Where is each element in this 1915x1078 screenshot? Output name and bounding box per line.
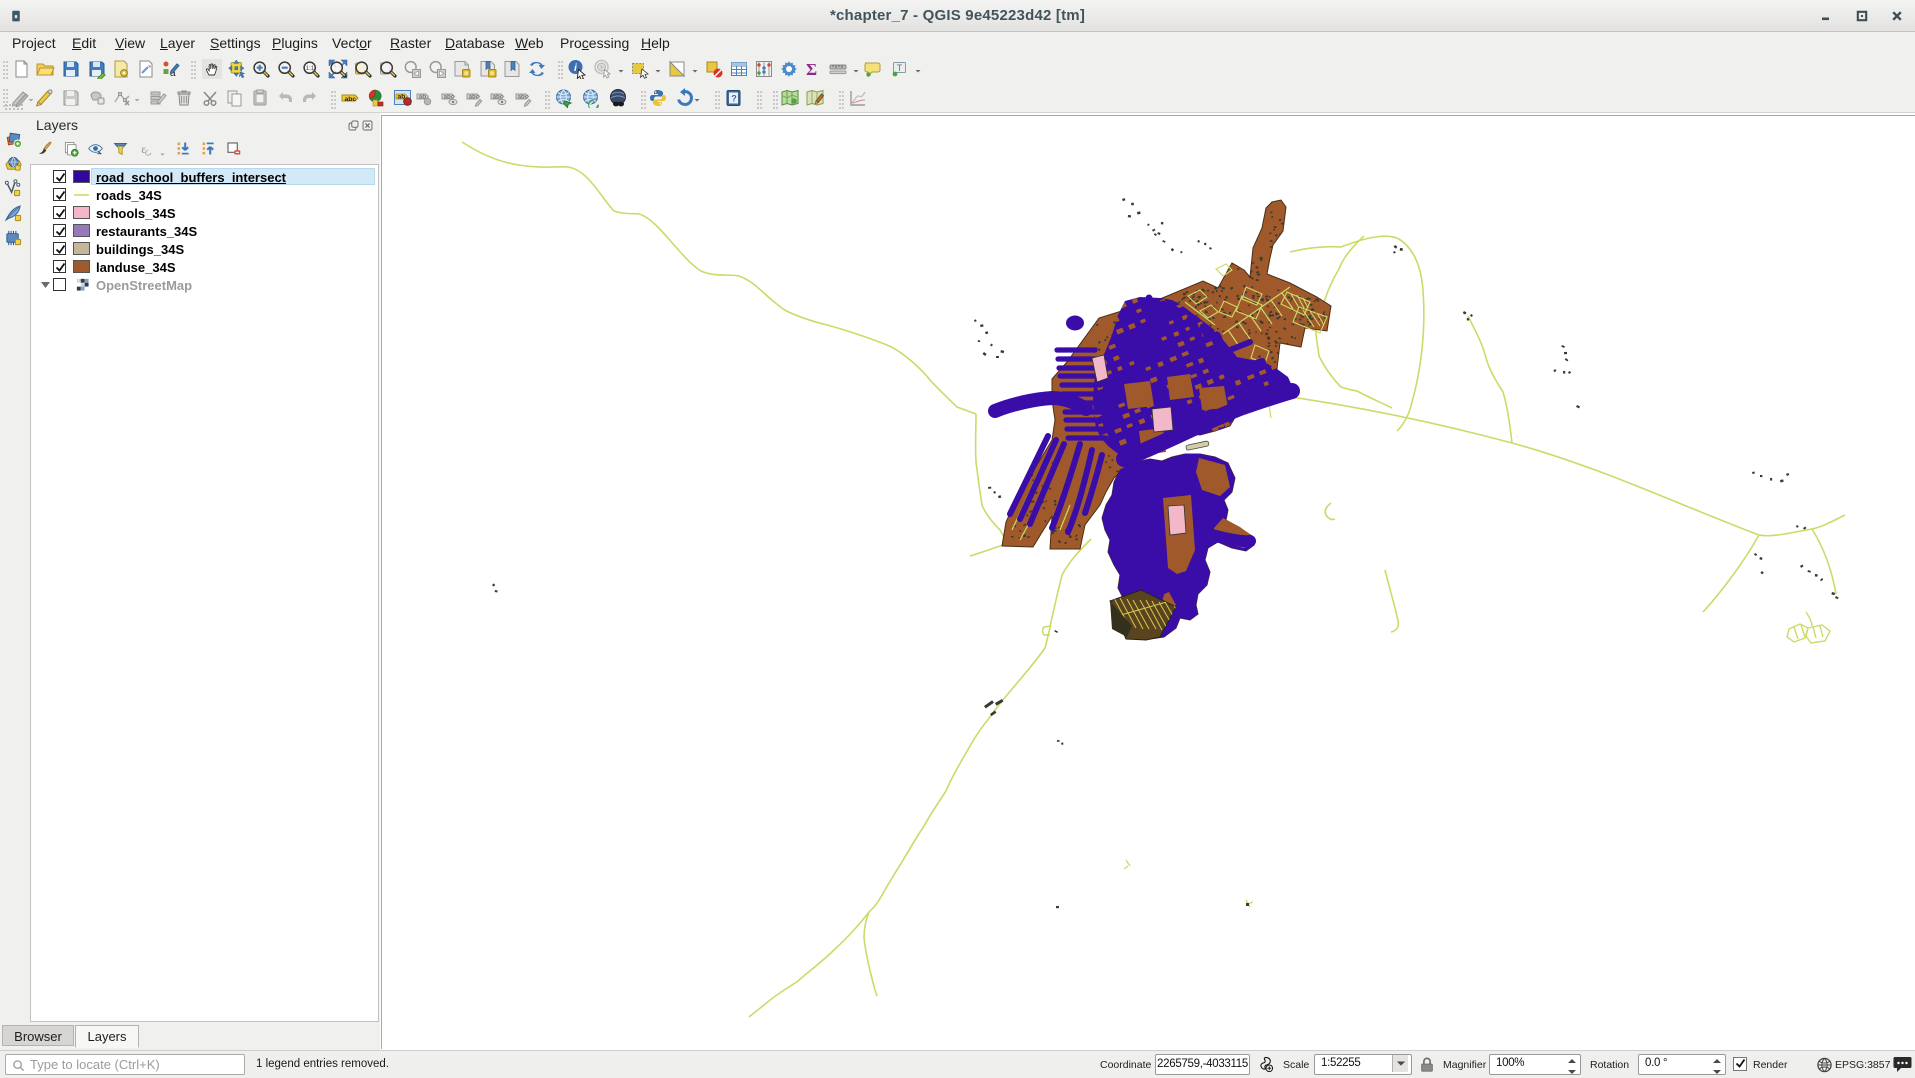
svg-text:Σ: Σ xyxy=(806,60,817,79)
svg-text:?: ? xyxy=(731,94,737,104)
svg-text:T: T xyxy=(897,63,903,73)
svg-text:abc: abc xyxy=(345,96,357,103)
svg-text:abc: abc xyxy=(518,94,529,101)
svg-text:abc: abc xyxy=(469,94,480,101)
svg-text:1:1: 1:1 xyxy=(306,66,315,72)
